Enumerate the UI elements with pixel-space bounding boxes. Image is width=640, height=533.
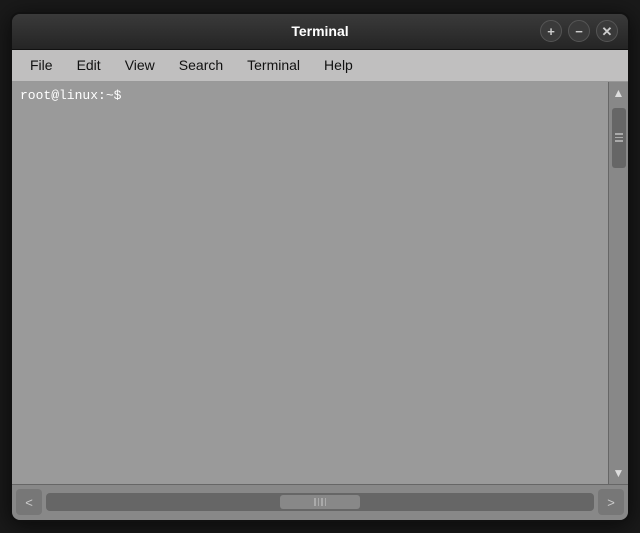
menubar: File Edit View Search Terminal Help bbox=[12, 50, 628, 82]
hscroll-thumb[interactable] bbox=[280, 495, 360, 509]
terminal-window: Terminal + − ✕ File Edit View Search Ter… bbox=[10, 12, 630, 522]
terminal-body: root@linux:~$ ▲ ▼ bbox=[12, 82, 628, 484]
down-arrow-icon: ▼ bbox=[613, 466, 625, 480]
close-button[interactable]: ✕ bbox=[596, 20, 618, 42]
hscroll-grip-1 bbox=[314, 498, 316, 506]
hscroll-grip-3 bbox=[321, 498, 323, 506]
vertical-scrollbar[interactable]: ▲ ▼ bbox=[608, 82, 628, 484]
window-controls: + − ✕ bbox=[540, 20, 618, 42]
terminal-content[interactable]: root@linux:~$ bbox=[12, 82, 608, 484]
hscroll-grip-4 bbox=[325, 498, 327, 506]
left-arrow-icon: < bbox=[25, 495, 33, 510]
scroll-up-arrow[interactable]: ▲ bbox=[609, 82, 629, 104]
scroll-down-arrow[interactable]: ▼ bbox=[609, 462, 629, 484]
vscroll-thumb[interactable] bbox=[612, 108, 626, 168]
add-button[interactable]: + bbox=[540, 20, 562, 42]
menu-search[interactable]: Search bbox=[169, 53, 233, 77]
menu-edit[interactable]: Edit bbox=[67, 53, 111, 77]
menu-help[interactable]: Help bbox=[314, 53, 363, 77]
scroll-right-arrow[interactable]: > bbox=[598, 489, 624, 515]
right-arrow-icon: > bbox=[607, 495, 615, 510]
menu-view[interactable]: View bbox=[115, 53, 165, 77]
menu-terminal[interactable]: Terminal bbox=[237, 53, 310, 77]
vscroll-grip bbox=[615, 133, 623, 142]
window-title: Terminal bbox=[291, 23, 348, 39]
minimize-button[interactable]: − bbox=[568, 20, 590, 42]
scroll-left-arrow[interactable]: < bbox=[16, 489, 42, 515]
vscroll-track[interactable] bbox=[609, 104, 628, 462]
hscroll-track[interactable] bbox=[46, 493, 594, 511]
horizontal-scrollbar[interactable]: < > bbox=[12, 484, 628, 520]
up-arrow-icon: ▲ bbox=[613, 86, 625, 100]
terminal-prompt: root@linux:~$ bbox=[20, 88, 121, 103]
menu-file[interactable]: File bbox=[20, 53, 63, 77]
titlebar: Terminal + − ✕ bbox=[12, 14, 628, 50]
hscroll-grip-2 bbox=[318, 498, 320, 506]
